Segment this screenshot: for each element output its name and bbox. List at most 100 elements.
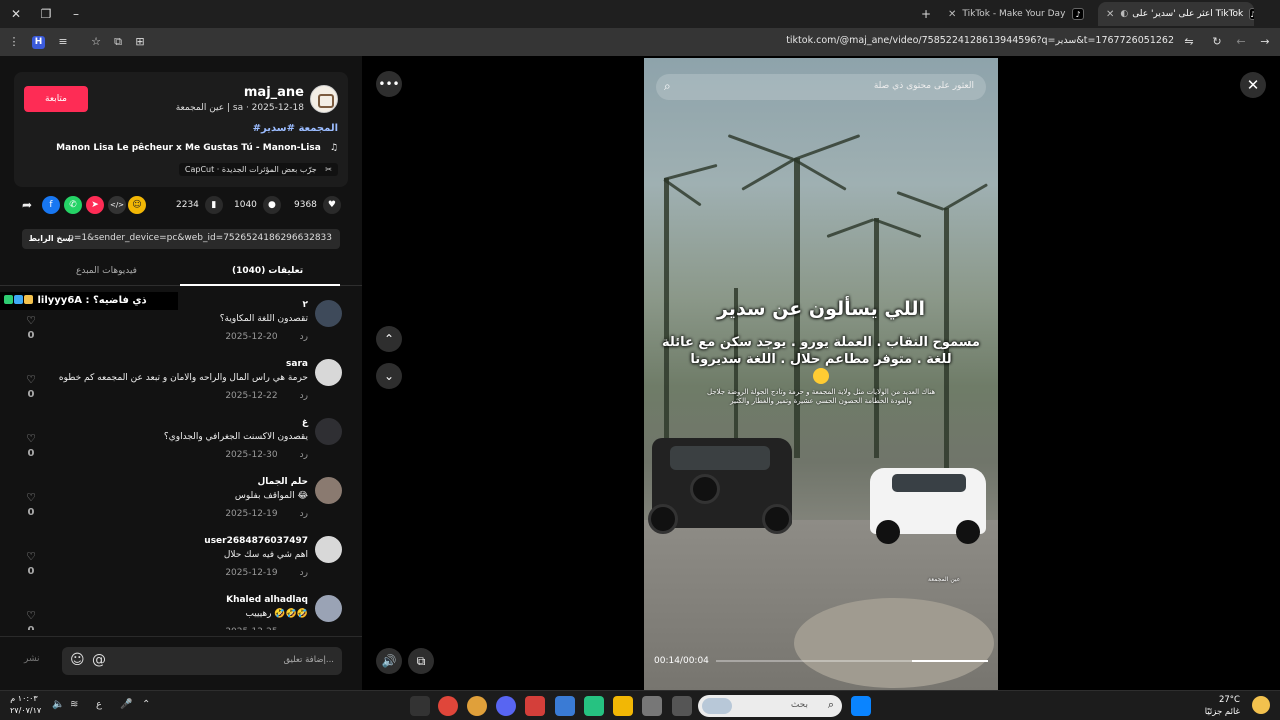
reply-button[interactable]: رد [300, 332, 308, 342]
creator-username[interactable]: maj_ane [244, 85, 304, 100]
comment-stat[interactable]: 1040 ● [234, 196, 281, 214]
system-clock[interactable]: ١٠:٠٣ م ٢٧/٠٧/١٧ [10, 693, 41, 717]
comments-list[interactable]: ٢ تقصدون اللغة المكاوية؟ 2025-12-20 رد ♡ … [0, 294, 362, 630]
comment-like-icon[interactable]: ♡ [24, 491, 38, 504]
reading-list-icon[interactable]: ≡ [55, 34, 71, 50]
palm-frond [826, 218, 875, 239]
mention-icon[interactable]: @ [92, 652, 106, 668]
app-icon[interactable] [525, 696, 545, 716]
share-arrow-icon[interactable]: ➦ [22, 196, 32, 214]
capcut-link[interactable]: CapCut · جرّب بعض المؤثرات الجديدة ✂ [178, 163, 338, 176]
file-explorer-icon[interactable] [613, 696, 633, 716]
comment-like-icon[interactable]: ♡ [24, 314, 38, 327]
chrome-icon[interactable] [438, 696, 458, 716]
more-share-icon[interactable]: ☺ [128, 196, 146, 214]
tab-comments[interactable]: تعليقات (1040) [232, 266, 303, 276]
embed-code-icon[interactable]: </> [108, 196, 126, 214]
menu-dots-icon[interactable]: ⋮ [6, 34, 22, 50]
extension-h-icon[interactable]: H [32, 36, 45, 49]
active-app-icon[interactable] [555, 696, 575, 716]
weather-sun-icon [1252, 696, 1270, 714]
comment-like-icon[interactable]: ♡ [24, 432, 38, 445]
microphone-icon[interactable]: 🎤 [120, 699, 132, 710]
audio-icon: ◐ [1120, 9, 1129, 19]
commenter-avatar[interactable] [315, 418, 342, 445]
next-video-icon[interactable]: ⌄ [376, 363, 402, 389]
taskbar-search[interactable]: بحث ⌕ [698, 695, 842, 717]
bookmark-star-icon[interactable]: ☆ [88, 34, 104, 50]
reply-button[interactable]: رد [300, 509, 308, 519]
epic-games-icon[interactable] [410, 696, 430, 716]
app-icon[interactable] [584, 696, 604, 716]
facebook-share-icon[interactable]: f [42, 196, 60, 214]
previous-video-icon[interactable]: ⌃ [376, 326, 402, 352]
windows-start-icon[interactable] [851, 696, 871, 716]
show-hidden-icons-icon[interactable]: ⌃ [142, 699, 150, 710]
commenter-avatar[interactable] [315, 477, 342, 504]
save-stat[interactable]: 2234 ▮ [176, 196, 223, 214]
address-bar[interactable]: tiktok.com/@maj_ane/video/75852241286139… [786, 35, 1174, 46]
site-settings-icon[interactable]: ⇋ [1181, 34, 1197, 50]
comment-input[interactable]: ☺ @ إضافة تعليق... [62, 647, 342, 675]
related-search-bar[interactable]: ⌕ العثور على محتوى ذي صلة [656, 74, 986, 100]
reply-button[interactable]: رد [300, 391, 308, 401]
forward-icon[interactable]: ← [1233, 34, 1249, 50]
mini-player-icon[interactable]: ⧉ [408, 648, 434, 674]
whatsapp-share-icon[interactable]: ✆ [64, 196, 82, 214]
commenter-name[interactable]: حلم الجمال [257, 477, 308, 487]
tab-creator-videos[interactable]: فيديوهات المبدع [76, 266, 137, 276]
send-share-icon[interactable]: ➤ [86, 196, 104, 214]
follow-button[interactable]: متابعة [24, 86, 88, 112]
new-tab-icon[interactable]: + [918, 6, 934, 22]
store-icon[interactable] [642, 696, 662, 716]
share-link[interactable]: p=1&sender_device=pc&web_id=752652418629… [68, 233, 332, 243]
comment-date: 2025-12-19 [225, 509, 278, 519]
speaker-icon[interactable]: 🔈 [52, 699, 64, 710]
volume-icon[interactable]: 🔊 [376, 648, 402, 674]
video-player[interactable]: ⌕ العثور على محتوى ذي صلة اللي يسألون عن… [644, 58, 998, 690]
restore-window-icon[interactable]: ❐ [38, 6, 54, 22]
commenter-avatar[interactable] [315, 536, 342, 563]
tab-close-icon[interactable]: ✕ [948, 9, 956, 20]
commenter-name[interactable]: ٢ [303, 300, 309, 310]
commenter-name[interactable]: user2684876037497 [204, 536, 308, 546]
close-window-icon[interactable]: ✕ [8, 6, 24, 22]
music-title[interactable]: Manon Lisa Le pêcheur x Me Gustas Tú - M… [56, 143, 338, 153]
discord-icon[interactable] [496, 696, 516, 716]
post-comment-button[interactable]: نشر [24, 654, 40, 664]
tab-close-icon[interactable]: ✕ [1106, 9, 1114, 20]
commenter-name[interactable]: Khaled alhadlaq [226, 595, 308, 605]
task-view-icon[interactable] [672, 696, 692, 716]
tab-tiktok-home[interactable]: ✕ TikTok - Make Your Day ♪ [940, 2, 1092, 26]
creator-avatar[interactable] [310, 85, 338, 113]
chrome-profile-icon[interactable] [467, 696, 487, 716]
palm-frond [793, 158, 847, 191]
commenter-name[interactable]: غ [302, 418, 308, 428]
commenter-avatar[interactable] [315, 595, 342, 622]
like-stat[interactable]: 9368 ♥ [294, 196, 341, 214]
screenshot-icon[interactable]: ⊞ [132, 34, 148, 50]
reply-button[interactable]: رد [300, 450, 308, 460]
input-language[interactable]: ع [96, 699, 102, 710]
reload-icon[interactable]: ↻ [1209, 34, 1225, 50]
emoji-picker-icon[interactable]: ☺ [70, 652, 85, 668]
close-video-icon[interactable]: ✕ [1240, 72, 1266, 98]
tab-tiktok-search[interactable]: ✕ ◐ اعثر على 'سدير' على TikTok ♪ [1098, 2, 1254, 26]
video-progress-bar[interactable] [716, 660, 988, 662]
install-app-icon[interactable]: ⧉ [110, 34, 126, 50]
reply-button[interactable]: رد [300, 627, 308, 630]
hashtags[interactable]: #المجمعة #سدير [253, 123, 338, 134]
comment-like-icon[interactable]: ♡ [24, 609, 38, 622]
commenter-avatar[interactable] [315, 359, 342, 386]
more-options-icon[interactable]: ••• [376, 71, 402, 97]
tab-title: اعثر على 'سدير' على TikTok [1132, 9, 1244, 19]
comment-like-icon[interactable]: ♡ [24, 550, 38, 563]
commenter-avatar[interactable] [315, 300, 342, 327]
reply-button[interactable]: رد [300, 568, 308, 578]
back-icon[interactable]: → [1257, 34, 1273, 50]
weather-widget[interactable]: 27°C غائم جزئيًا [1205, 694, 1240, 718]
wifi-icon[interactable]: ≋ [70, 699, 78, 710]
minimize-window-icon[interactable]: – [68, 6, 84, 22]
comment-like-icon[interactable]: ♡ [24, 373, 38, 386]
commenter-name[interactable]: sara [286, 359, 308, 369]
